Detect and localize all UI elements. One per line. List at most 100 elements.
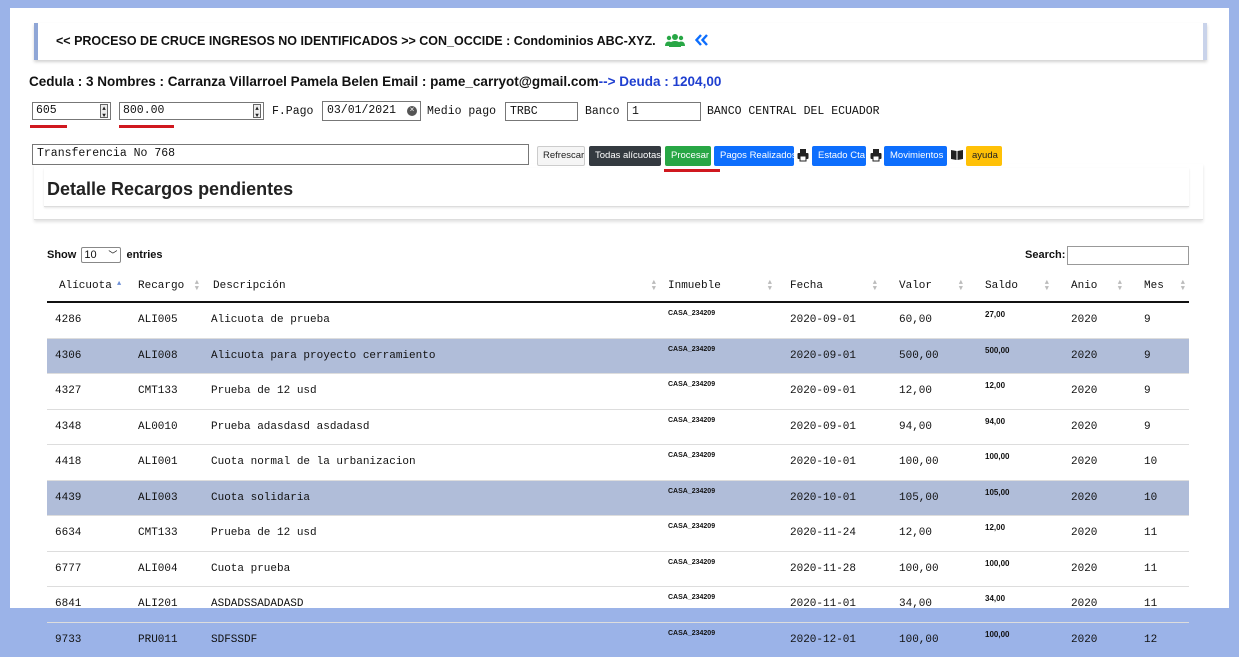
table-cell: 2020 (1053, 444, 1126, 480)
table-row[interactable]: 6841 ALI201 ASDADSSADADASD CASA_234209 2020-… (47, 586, 1189, 622)
table-cell: 100,00 (967, 444, 1053, 480)
table-cell: 6634 (47, 515, 130, 551)
col-header[interactable]: Valor ▲ ▼ (881, 271, 967, 303)
table-cell: 9 (1126, 301, 1189, 338)
table-cell: 2020 (1053, 301, 1126, 338)
estado-cta-button[interactable]: Estado Cta (812, 146, 866, 166)
table-cell: 34,00 (881, 586, 967, 622)
table-cell: CASA_234209 (660, 444, 776, 480)
show-label: Show (47, 248, 77, 261)
table-cell: CMT133 (130, 373, 203, 409)
table-cell: CASA_234209 (660, 550, 776, 587)
col-header[interactable]: Anio ▲ ▼ (1053, 271, 1126, 303)
medio-pago-input[interactable]: TRBC (505, 102, 578, 121)
pagos-realizados-button[interactable]: Pagos Realizados (714, 146, 797, 166)
table-cell: 4306 (47, 337, 130, 374)
referencia-input[interactable]: Transferencia No 768 (32, 144, 529, 165)
col-header[interactable]: Alícuota ▲ (47, 271, 130, 303)
col-header[interactable]: Inmueble ▲ ▼ (660, 271, 776, 303)
col-header[interactable]: Fecha ▲ ▼ (776, 271, 881, 303)
table-cell: Alicuota de prueba (203, 301, 660, 338)
table-cell: Prueba adasdasd asdadasd (203, 408, 660, 445)
table-cell: 12,00 (967, 515, 1053, 551)
search-input[interactable] (1067, 246, 1189, 265)
amount-field[interactable]: 800.00 ▲ ▼ (119, 102, 264, 120)
table-cell: 10 (1126, 444, 1189, 480)
users-icon[interactable] (665, 33, 686, 50)
table-cell: 500,00 (881, 337, 967, 374)
table-cell: 9 (1126, 373, 1189, 409)
table-cell: 100,00 (881, 444, 967, 480)
table-cell: 9 (1126, 337, 1189, 374)
movimientos-button[interactable]: Movimientos (884, 146, 947, 166)
table-cell: 500,00 (967, 337, 1053, 374)
table-cell: 2020 (1053, 479, 1126, 516)
table-cell: 60,00 (881, 301, 967, 338)
table-row[interactable]: 4439 ALI003 Cuota solidaria CASA_234209 2020… (47, 479, 1189, 516)
table-cell: 2020-11-01 (776, 586, 881, 622)
panel-title: Detalle Recargos pendientes (47, 179, 294, 199)
table-cell: 11 (1126, 515, 1189, 551)
table-row[interactable]: 6777 ALI004 Cuota prueba CASA_234209 2020-11… (47, 550, 1189, 587)
printer-icon-2[interactable] (870, 148, 882, 162)
table-row[interactable]: 4286 ALI005 Alicuota de prueba CASA_234209 2… (47, 301, 1189, 338)
table-cell: 2020-11-24 (776, 515, 881, 551)
table-cell: 2020 (1053, 586, 1126, 622)
table-cell: CASA_234209 (660, 337, 776, 374)
table-row[interactable]: 4418 ALI001 Cuota normal de la urbanizacio… (47, 444, 1189, 480)
table-row[interactable]: 4348 AL0010 Prueba adasdasd asdadasd CASA_2… (47, 408, 1189, 445)
amount-field-value: 800.00 (123, 104, 165, 117)
col-header[interactable]: Mes ▲ ▼ (1126, 271, 1189, 303)
entries-select[interactable]: 10 ﹀ (81, 247, 122, 263)
col-header[interactable]: Descripción ▲ ▼ (203, 271, 660, 303)
banco-name: BANCO CENTRAL DEL ECUADOR (707, 105, 880, 118)
ayuda-button[interactable]: ayuda (966, 146, 1002, 166)
fpago-date-value: 03/01/2021 (327, 104, 397, 117)
table-row[interactable]: 4306 ALI008 Alicuota para proyecto cerrami… (47, 337, 1189, 374)
table-cell: 2020 (1053, 373, 1126, 409)
table-cell: 94,00 (967, 408, 1053, 445)
table-cell: 6777 (47, 550, 130, 587)
table-cell: 2020 (1053, 621, 1126, 657)
todas-alicuotas-button[interactable]: Todas alícuotas (589, 146, 661, 166)
col-header[interactable]: Recargo ▲ ▼ (130, 271, 203, 303)
table-cell: 12,00 (881, 515, 967, 551)
amount-stepper[interactable]: ▲ ▼ (253, 104, 261, 119)
table-cell: ALI201 (130, 586, 203, 622)
table-cell: ASDADSSADADASD (203, 586, 660, 622)
table-cell: 12 (1126, 621, 1189, 657)
procesar-button[interactable]: Procesar (665, 146, 711, 166)
code-field-value: 605 (36, 104, 57, 117)
client-info: Cedula : 3 Nombres : Carranza Villarroel… (29, 74, 721, 89)
table-cell: 4286 (47, 301, 130, 338)
client-details: Cedula : 3 Nombres : Carranza Villarroel… (29, 74, 599, 89)
double-chevron-left-icon[interactable] (694, 34, 709, 49)
table-cell: 2020-09-01 (776, 408, 881, 445)
referencia-value: Transferencia No 768 (37, 147, 176, 160)
printer-icon[interactable] (797, 148, 809, 162)
fpago-date-input[interactable]: 03/01/2021 × (322, 101, 421, 121)
table-cell: 105,00 (881, 479, 967, 516)
refrescar-button[interactable]: Refrescar (537, 146, 585, 166)
table-row[interactable]: 9733 PRU011 SDFSSDF CASA_234209 2020-12-01 10… (47, 621, 1189, 657)
table-cell: 2020 (1053, 408, 1126, 445)
table-row[interactable]: 4327 CMT133 Prueba de 12 usd CASA_234209 202… (47, 373, 1189, 409)
code-field[interactable]: 605 ▲ ▼ (32, 102, 111, 120)
table-cell: CMT133 (130, 515, 203, 551)
table-cell: CASA_234209 (660, 586, 776, 622)
clear-date-icon[interactable]: × (407, 106, 417, 116)
table-row[interactable]: 6634 CMT133 Prueba de 12 usd CASA_234209 202… (47, 515, 1189, 551)
table-cell: PRU011 (130, 621, 203, 657)
table-cell: Prueba de 12 usd (203, 373, 660, 409)
medio-pago-value: TRBC (510, 105, 538, 118)
banco-input[interactable]: 1 (627, 102, 701, 121)
table-cell: 9 (1126, 408, 1189, 445)
col-header[interactable]: Saldo ▲ ▼ (967, 271, 1053, 303)
table-cell: Alicuota para proyecto cerramiento (203, 337, 660, 374)
detalle-panel: Detalle Recargos pendientes (34, 164, 1203, 220)
detalle-panel-header: Detalle Recargos pendientes (44, 168, 1189, 207)
table-cell: CASA_234209 (660, 621, 776, 657)
recargos-table: Alícuota ▲ Recargo ▲ ▼ Descripción ▲ ▼ Inmueb… (47, 271, 1189, 657)
book-icon[interactable] (950, 148, 964, 162)
code-stepper[interactable]: ▲ ▼ (100, 104, 108, 119)
